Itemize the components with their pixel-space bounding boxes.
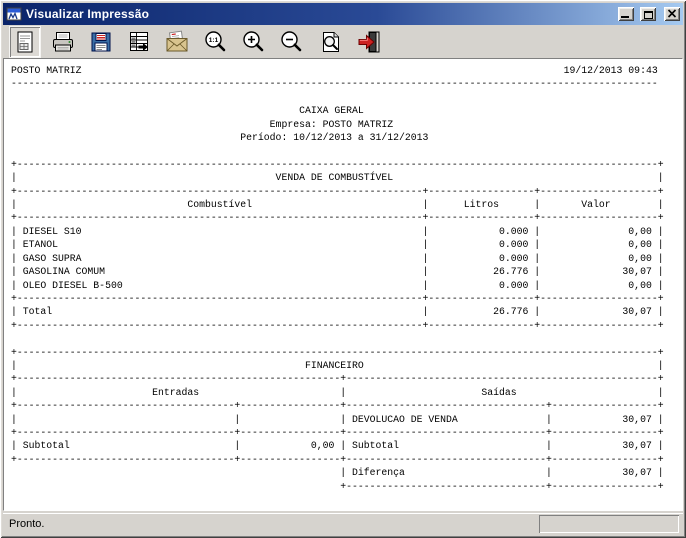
minimize-icon [621,16,629,18]
window: Visualizar Impressão 1:1 POSTO MATRIZ 19… [0,0,686,538]
svg-text:1:1: 1:1 [209,37,219,44]
maximize-icon [643,11,653,19]
close-icon [667,9,677,18]
report-page: POSTO MATRIZ 19/12/2013 09:43 ----------… [11,65,664,492]
report-grid-icon [130,31,148,51]
preview-viewport: POSTO MATRIZ 19/12/2013 09:43 ----------… [3,58,683,511]
zoom-out-button[interactable] [276,27,306,57]
printer-icon [53,31,73,51]
page-magnifier-icon [323,31,339,52]
zoom-100-button[interactable]: 1:1 [200,27,230,57]
email-button[interactable] [162,27,192,57]
magnifier-minus-icon [281,30,302,51]
status-panel [539,515,679,533]
magnifier-1to1-icon: 1:1 [205,30,226,51]
save-button[interactable] [86,27,116,57]
maximize-button[interactable] [640,7,656,21]
window-title: Visualizar Impressão [26,7,150,21]
search-button[interactable] [316,27,346,57]
floppy-disk-icon [91,32,111,51]
status-text: Pronto. [9,518,45,530]
magnifier-plus-icon [243,30,264,51]
app-icon[interactable] [6,6,22,22]
exit-door-icon [358,31,380,52]
report-setup-button[interactable] [124,27,154,57]
page-preview-icon [17,31,33,52]
preview-button[interactable] [9,25,41,58]
close-button[interactable] [664,7,680,21]
minimize-button[interactable] [618,7,634,21]
exit-button[interactable] [354,27,384,57]
toolbar: 1:1 [3,25,683,58]
title-bar[interactable]: Visualizar Impressão [3,3,683,25]
envelope-icon [166,30,188,51]
zoom-in-button[interactable] [238,27,268,57]
print-button[interactable] [48,27,78,57]
status-bar: Pronto. [3,513,683,535]
